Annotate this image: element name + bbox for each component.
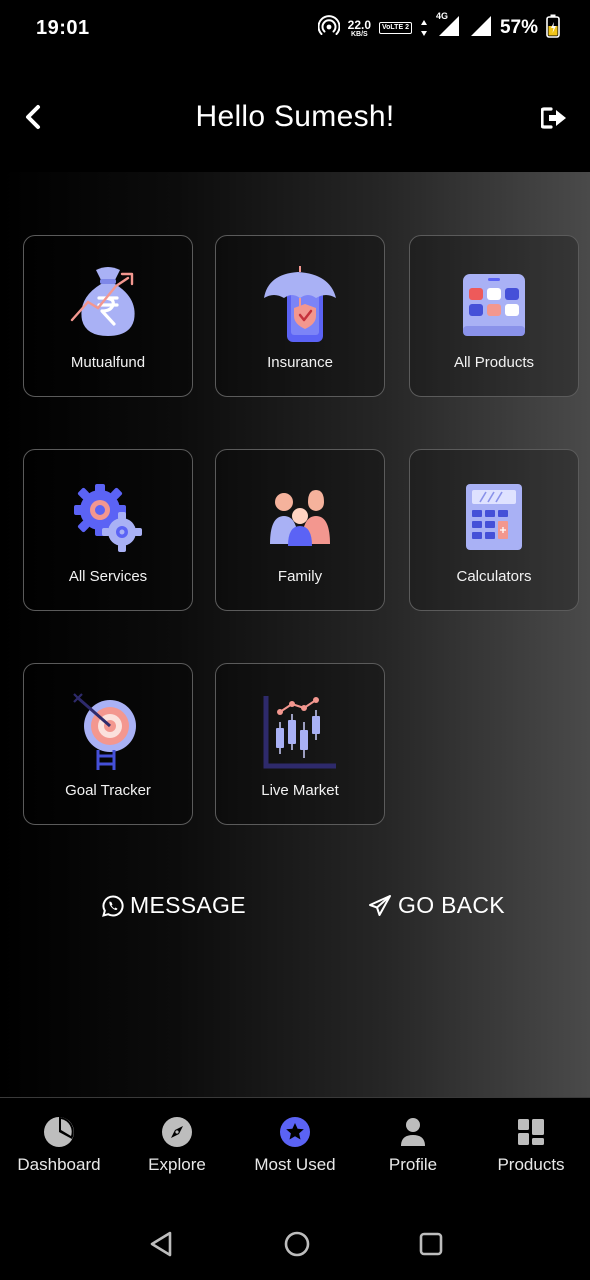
tile-label: Calculators [456,568,532,585]
battery-percent: 57% [499,17,538,38]
go-back-label: GO BACK [398,892,505,918]
tile-all-services[interactable]: All Services [23,449,193,611]
tile-label: All Products [453,354,535,371]
nav-products[interactable]: Products [472,1116,590,1175]
target-icon [68,692,148,772]
system-recents-button[interactable] [416,1229,446,1259]
status-icons: 22.0 KB/S VoLTE 2 4G 57% [317,11,560,43]
money-bag-icon [68,264,148,344]
tile-insurance[interactable]: Insurance [215,235,385,397]
system-back-button[interactable] [146,1229,176,1259]
tile-calculators[interactable]: Calculators [409,449,579,611]
signal-icon-2 [468,15,492,42]
nav-label: Explore [148,1155,206,1174]
tile-label: Mutualfund [70,354,146,371]
tile-label: Live Market [261,782,339,799]
nav-explore[interactable]: Explore [118,1116,236,1175]
data-arrows-icon [420,19,428,37]
tile-mutualfund[interactable]: Mutualfund [23,235,193,397]
gears-icon [68,478,148,558]
circle-home-icon [284,1231,310,1257]
logout-button[interactable] [540,104,568,132]
nav-label: Products [497,1155,565,1174]
bottom-navigation: Dashboard Explore Most Used Profile Prod… [0,1097,590,1197]
sign-out-icon [541,107,566,129]
square-recents-icon [419,1232,443,1256]
compass-icon [161,1116,193,1148]
tile-family[interactable]: Family [215,449,385,611]
main-content: Mutualfund Insurance All Products All Se… [0,172,590,1097]
battery-icon [546,14,560,43]
whatsapp-icon [102,894,124,917]
nav-label: Profile [388,1155,438,1174]
message-button[interactable]: MESSAGE [102,892,246,919]
tile-goal-tracker[interactable]: Goal Tracker [23,663,193,825]
tile-label: Insurance [267,354,333,371]
status-bar: 19:01 22.0 KB/S VoLTE 2 4G 57% [0,0,590,58]
nav-label: Dashboard [17,1155,101,1174]
tile-all-products[interactable]: All Products [409,235,579,397]
triangle-back-icon [150,1231,172,1257]
network-type-label: 4G [435,10,448,21]
candlestick-chart-icon [260,692,340,772]
tile-label: Family [277,568,323,585]
volte-badge: VoLTE 2 [379,22,412,34]
status-time: 19:01 [36,17,90,39]
signal-icon: 4G [436,11,460,42]
page-title: Hello Sumesh! [195,100,395,133]
app-header: Hello Sumesh! [0,58,590,172]
system-navigation-bar [0,1197,590,1280]
nav-most-used[interactable]: Most Used [236,1116,354,1175]
family-icon [260,478,340,558]
nav-dashboard[interactable]: Dashboard [0,1116,118,1175]
message-label: MESSAGE [130,892,246,918]
umbrella-shield-icon [260,264,340,344]
tile-label: All Services [68,568,148,585]
dashboard-blocks-icon [515,1116,547,1148]
system-home-button[interactable] [282,1229,312,1259]
calculator-icon [454,478,534,558]
paper-plane-icon [369,894,391,916]
star-icon [279,1116,311,1148]
hotspot-icon [317,14,341,42]
tile-label: Goal Tracker [65,782,151,799]
go-back-button[interactable]: GO BACK [368,892,505,919]
tile-live-market[interactable]: Live Market [215,663,385,825]
pie-chart-icon [43,1116,75,1148]
nav-profile[interactable]: Profile [354,1116,472,1175]
person-icon [397,1116,429,1148]
products-grid-icon [454,264,534,344]
network-speed: 22.0 KB/S [347,17,371,38]
nav-label: Most Used [254,1155,336,1174]
action-row: MESSAGE GO BACK [0,890,590,930]
